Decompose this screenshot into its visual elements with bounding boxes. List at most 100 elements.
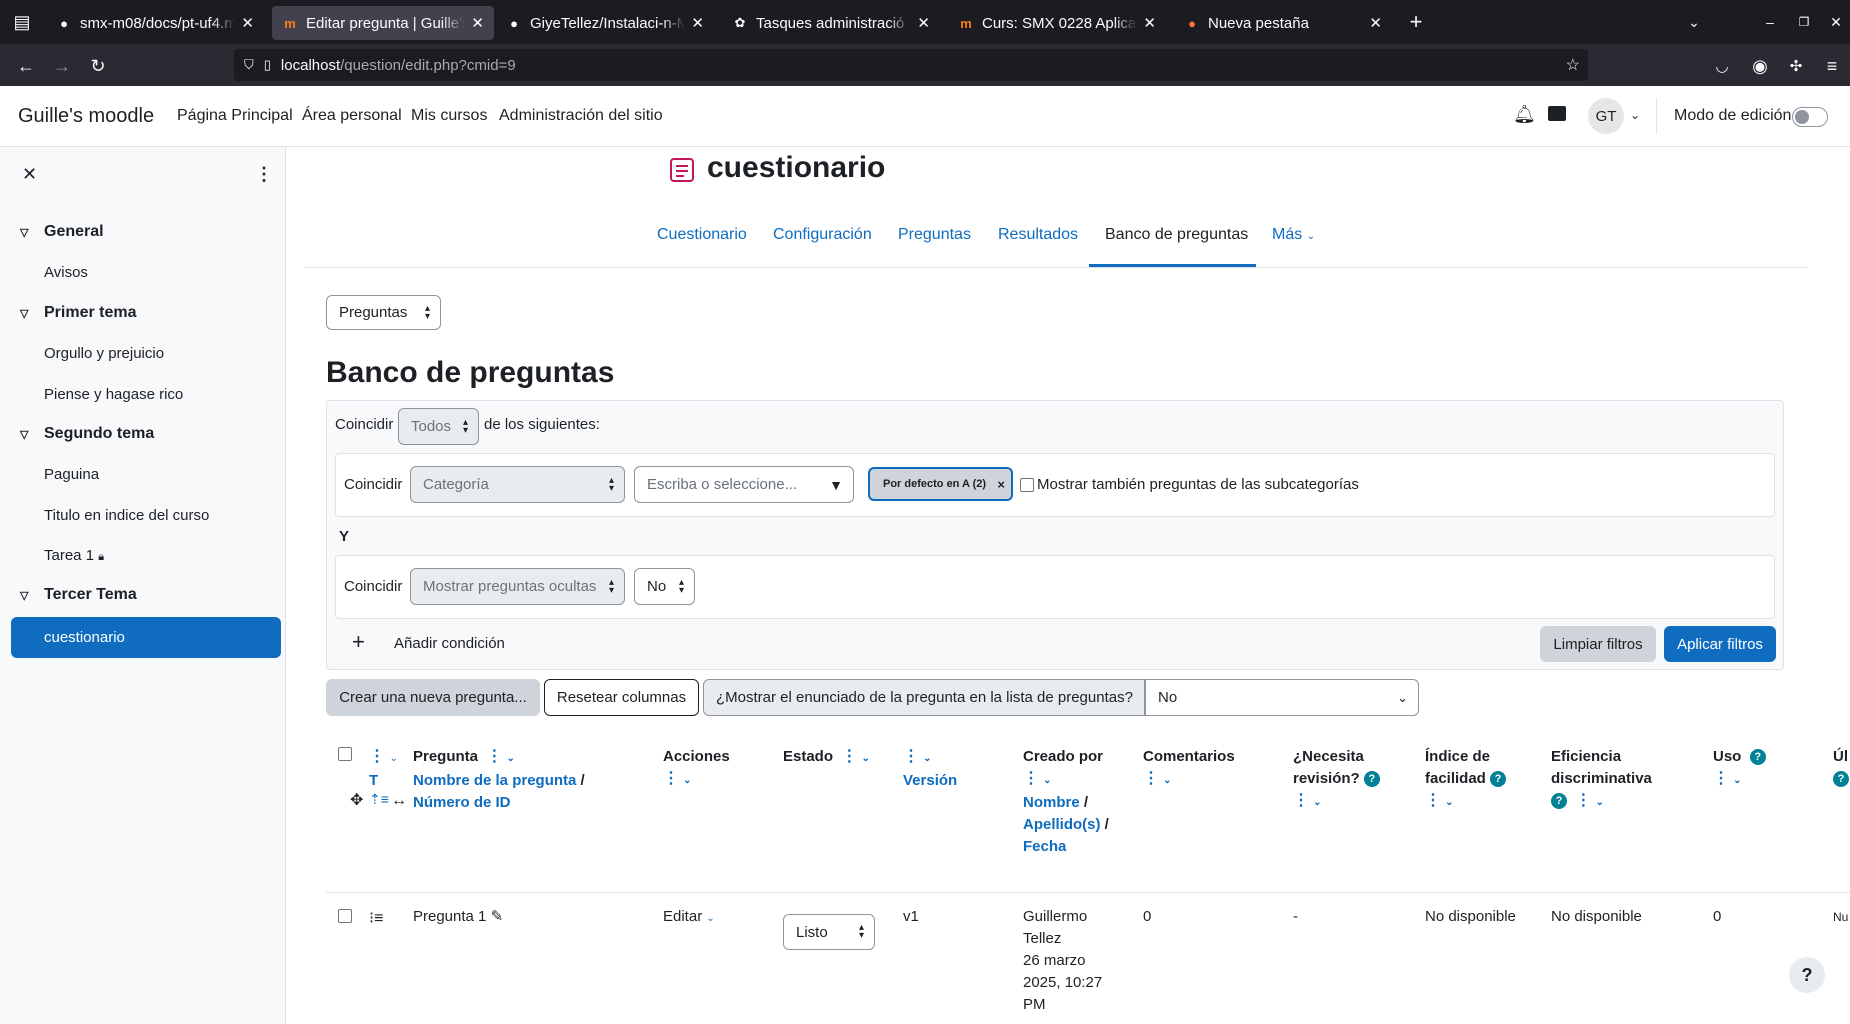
chevron-down-icon[interactable]: ⌄ — [923, 753, 931, 764]
help-icon[interactable]: ? — [1363, 771, 1380, 788]
edit-action-menu[interactable]: Editar ⌄ — [663, 906, 715, 930]
column-menu-icon[interactable]: ⋮ — [1023, 770, 1039, 787]
drawer-item-paguina[interactable]: Paguina — [44, 466, 99, 483]
tab-mas[interactable]: Más ⌄ — [1272, 226, 1315, 244]
help-icon[interactable]: ? — [1551, 793, 1567, 810]
close-tab-icon[interactable]: ✕ — [1369, 14, 1382, 32]
tab-list-icon[interactable]: ▤ — [8, 8, 36, 36]
sort-by-name-link[interactable]: Nombre de la pregunta — [413, 772, 576, 789]
site-info-icon[interactable]: ⛉ — [244, 57, 254, 73]
pocket-icon[interactable]: ◡ — [1708, 52, 1736, 80]
browser-tab-2[interactable]: m Editar pregunta | Guille's moodle ✕ — [272, 6, 494, 40]
column-menu-icon[interactable]: ⋮ — [1713, 770, 1729, 787]
help-icon[interactable]: ? — [1490, 771, 1507, 788]
include-subcategories-checkbox[interactable] — [1020, 478, 1034, 492]
sort-by-lastname-link[interactable]: Apellido(s) — [1023, 816, 1101, 833]
new-tab-button[interactable]: + — [1402, 8, 1430, 36]
create-question-button[interactable]: Crear una nueva pregunta... — [326, 679, 540, 716]
browser-tab-6[interactable]: ● Nueva pestaña ✕ — [1174, 6, 1392, 40]
sort-by-firstname-link[interactable]: Nombre — [1023, 794, 1080, 811]
hidden-questions-value-select[interactable]: No ▴ ▾ — [634, 568, 695, 605]
drawer-item-tarea[interactable]: Tarea 1 🔒︎ — [44, 547, 104, 564]
drawer-item-avisos[interactable]: Avisos — [44, 264, 88, 281]
section-segundo-tema[interactable]: ▽ Segundo tema — [20, 425, 154, 443]
category-search-input[interactable]: Escriba o seleccione... ▼ — [634, 466, 854, 503]
account-icon[interactable]: ◉ — [1746, 52, 1774, 80]
chevron-down-icon[interactable]: ⌄ — [1733, 775, 1741, 786]
tab-cuestionario[interactable]: Cuestionario — [657, 226, 747, 244]
extensions-icon[interactable]: ✣ — [1782, 52, 1810, 80]
move-column-icon[interactable]: ✥ — [350, 790, 363, 812]
usage-count-link[interactable]: 0 — [1713, 906, 1721, 928]
category-chip[interactable]: Por defecto en A (2) × — [868, 467, 1013, 501]
edit-mode-toggle[interactable] — [1792, 107, 1828, 127]
status-select[interactable]: Listo ▴ ▾ — [783, 914, 875, 950]
nav-dashboard[interactable]: Área personal — [302, 107, 402, 125]
clear-filters-button[interactable]: Limpiar filtros — [1540, 626, 1656, 662]
tab-resultados[interactable]: Resultados — [998, 226, 1078, 244]
show-question-text-select[interactable]: No ⌄ — [1145, 679, 1419, 716]
notifications-bell-icon[interactable]: 🔔︎ — [1513, 104, 1536, 125]
column-menu-icon[interactable]: ⋮ — [1143, 770, 1159, 787]
browser-tab-5[interactable]: m Curs: SMX 0228 Aplicacions ✕ — [948, 6, 1166, 40]
tab-preguntas[interactable]: Preguntas — [898, 226, 971, 244]
sort-by-id-link[interactable]: Número de ID — [413, 792, 613, 814]
close-tab-icon[interactable]: ✕ — [241, 14, 254, 32]
column-menu-icon[interactable]: ⋮ — [369, 748, 385, 765]
close-tab-icon[interactable]: ✕ — [1143, 14, 1156, 32]
site-brand[interactable]: Guille's moodle — [18, 105, 154, 128]
chevron-down-icon[interactable]: ⌄ — [1043, 775, 1051, 786]
sort-by-date-link[interactable]: Fecha — [1023, 836, 1109, 858]
browser-tab-4[interactable]: ✿ Tasques administració Moodle ✕ — [722, 6, 940, 40]
column-menu-icon[interactable]: ⋮ — [841, 748, 857, 765]
chevron-down-icon[interactable]: ⌄ — [1163, 775, 1171, 786]
chevron-down-icon[interactable]: ⌄ — [1445, 797, 1453, 808]
close-tab-icon[interactable]: ✕ — [917, 14, 930, 32]
column-menu-icon[interactable]: ⋮ — [903, 748, 919, 765]
comments-count-link[interactable]: 0 — [1143, 906, 1151, 928]
select-all-checkbox[interactable] — [338, 747, 352, 761]
nav-site-admin[interactable]: Administración del sitio — [499, 107, 663, 125]
drawer-item-piense[interactable]: Piense y hagase rico — [44, 386, 183, 403]
match-all-select[interactable]: Todos ▴ ▾ — [398, 408, 479, 445]
help-footer-button[interactable]: ? — [1789, 957, 1825, 993]
close-drawer-icon[interactable]: ✕ — [22, 164, 37, 185]
help-icon[interactable]: ? — [1749, 749, 1766, 766]
close-window-icon[interactable]: ✕ — [1822, 8, 1850, 36]
chevron-down-icon[interactable]: ⌄ — [862, 753, 870, 764]
list-all-tabs-icon[interactable]: ⌄ — [1680, 8, 1708, 36]
question-bank-nav-select[interactable]: Preguntas ▴ ▾ — [326, 295, 441, 330]
tab-configuracion[interactable]: Configuración — [773, 226, 872, 244]
browser-tab-3[interactable]: ● GiyeTellez/Instalaci-n-Moodle ✕ — [496, 6, 714, 40]
drawer-item-orgullo[interactable]: Orgullo y prejuicio — [44, 345, 164, 362]
condition-type-select[interactable]: Mostrar preguntas ocultas ▴ ▾ — [410, 568, 625, 605]
url-bar[interactable]: ⛉ ▯ localhost/question/edit.php?cmid=9 ☆ — [234, 49, 1588, 81]
forward-icon[interactable]: → — [48, 52, 76, 80]
column-menu-icon[interactable]: ⋮ — [663, 770, 679, 787]
chevron-down-icon[interactable]: ⌄ — [507, 753, 515, 764]
edit-pencil-icon[interactable]: ✎ — [491, 908, 504, 925]
user-menu-chevron-icon[interactable]: ⌄ — [1630, 108, 1640, 122]
browser-tab-1[interactable]: ● smx-m08/docs/pt-uf4.md ✕ — [46, 6, 264, 40]
minimize-icon[interactable]: – — [1756, 8, 1784, 36]
app-menu-icon[interactable]: ≡ — [1818, 52, 1846, 80]
bookmark-star-icon[interactable]: ☆ — [1566, 55, 1580, 75]
apply-filters-button[interactable]: Aplicar filtros — [1664, 626, 1776, 662]
close-tab-icon[interactable]: ✕ — [471, 14, 484, 32]
close-tab-icon[interactable]: ✕ — [691, 14, 704, 32]
section-primer-tema[interactable]: ▽ Primer tema — [20, 304, 137, 322]
nav-my-courses[interactable]: Mis cursos — [411, 107, 487, 125]
resize-column-icon[interactable]: ↔ — [391, 790, 407, 812]
chevron-down-icon[interactable]: ⌄ — [389, 753, 397, 764]
column-menu-icon[interactable]: ⋮ — [486, 748, 502, 765]
condition-type-select[interactable]: Categoría ▴ ▾ — [410, 466, 625, 503]
row-select-checkbox[interactable] — [338, 909, 352, 923]
column-menu-icon[interactable]: ⋮ — [1425, 792, 1441, 809]
restore-icon[interactable]: ❐ — [1790, 8, 1818, 36]
avatar[interactable]: GT — [1588, 98, 1624, 134]
section-tercer-tema[interactable]: ▽ Tercer Tema — [20, 586, 137, 604]
drawer-item-cuestionario[interactable]: cuestionario — [11, 617, 281, 658]
sort-by-version-link[interactable]: Versión — [903, 770, 957, 792]
sort-ascending-icon[interactable]: ⇡≡ — [369, 788, 389, 810]
reset-columns-button[interactable]: Resetear columnas — [544, 679, 699, 716]
